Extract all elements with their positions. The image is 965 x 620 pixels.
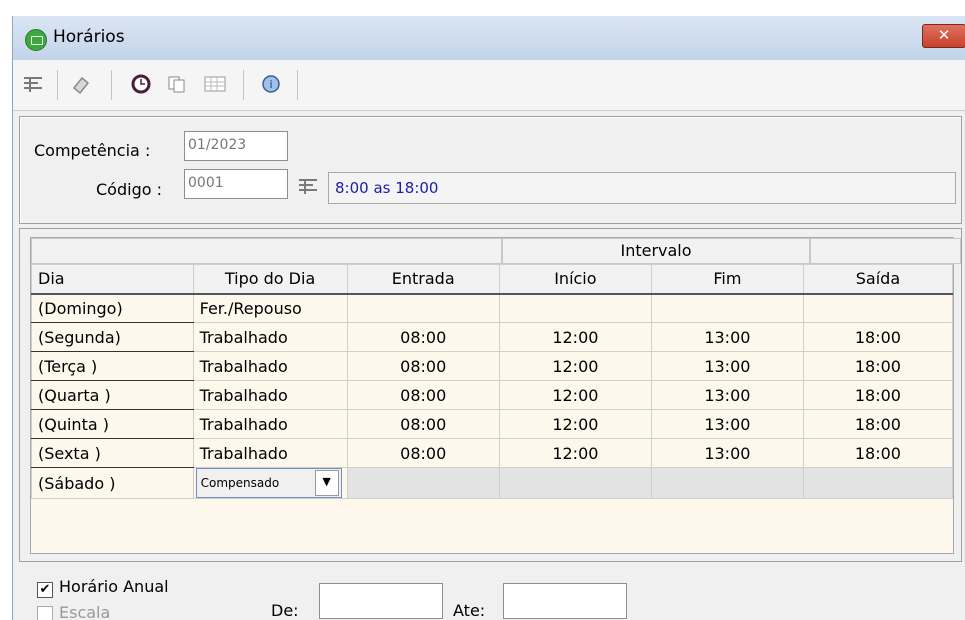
cell-tipo[interactable]: Trabalhado (192, 322, 348, 352)
cell-fim[interactable]: 13:00 (650, 351, 804, 381)
cell-saida[interactable]: 18:00 (802, 380, 954, 410)
header-spacer (31, 238, 502, 264)
horario-anual-checkbox[interactable]: ✔ (37, 582, 53, 598)
cell-inicio[interactable]: 12:00 (498, 322, 652, 352)
cell-saida[interactable]: 18:00 (802, 322, 954, 352)
cell-entrada[interactable] (346, 467, 500, 499)
table-row[interactable]: (Terça ) Trabalhado 08:00 12:00 13:00 18… (31, 351, 954, 381)
cell-entrada[interactable]: 08:00 (346, 438, 500, 468)
ate-label: Ate: (453, 601, 486, 620)
cell-inicio[interactable]: 12:00 (498, 380, 652, 410)
horarios-window: Horários ✕ i Competência : 01/2023 Códig… (12, 16, 965, 620)
cell-inicio[interactable] (498, 293, 652, 323)
cell-fim[interactable]: 13:00 (650, 322, 804, 352)
cell-tipo[interactable]: Fer./Repouso (192, 293, 348, 323)
cell-dia[interactable]: (Terça ) (31, 351, 194, 381)
col-saida[interactable]: Saída (802, 264, 954, 295)
cell-tipo[interactable]: Trabalhado (192, 409, 348, 439)
cell-saida[interactable]: 18:00 (802, 438, 954, 468)
codigo-label: Código : (96, 180, 162, 199)
col-dia[interactable]: Dia (31, 264, 194, 295)
col-entrada[interactable]: Entrada (346, 264, 500, 295)
calendar-table-icon[interactable] (203, 72, 227, 96)
cell-dia[interactable]: (Sexta ) (31, 438, 194, 468)
tipo-dia-select[interactable]: Compensado ▼ (195, 468, 342, 498)
intervalo-group-header: Intervalo (502, 238, 810, 264)
cell-fim[interactable]: 13:00 (650, 380, 804, 410)
cell-saida[interactable]: 18:00 (802, 351, 954, 381)
cell-tipo[interactable]: Trabalhado (192, 438, 348, 468)
app-icon (25, 29, 47, 51)
cell-entrada[interactable]: 08:00 (346, 351, 500, 381)
filter-panel: Competência : 01/2023 Código : 0001 8:00… (19, 116, 962, 224)
table-row[interactable]: (Quinta ) Trabalhado 08:00 12:00 13:00 1… (31, 409, 954, 439)
cell-inicio[interactable] (498, 467, 652, 499)
close-button[interactable]: ✕ (922, 24, 965, 48)
table-row[interactable]: (Sábado ) Compensado ▼ (31, 467, 954, 499)
cell-tipo[interactable]: Trabalhado (192, 351, 348, 381)
chevron-down-icon[interactable]: ▼ (314, 470, 339, 496)
lookup-icon[interactable] (296, 174, 320, 198)
table-row[interactable]: (Segunda) Trabalhado 08:00 12:00 13:00 1… (31, 322, 954, 352)
table-row[interactable]: (Domingo) Fer./Repouso (31, 293, 954, 323)
cell-tipo[interactable]: Compensado ▼ (192, 467, 348, 499)
cell-dia[interactable]: (Quinta ) (31, 409, 194, 439)
schedule-table: Dia Tipo do Dia Entrada Início Fim Saída… (31, 264, 954, 499)
cell-saida[interactable] (802, 467, 954, 499)
competencia-label: Competência : (34, 141, 151, 160)
horario-anual-label: Horário Anual (59, 577, 169, 596)
list-icon[interactable] (21, 72, 45, 96)
codigo-input[interactable]: 0001 (184, 169, 288, 199)
toolbar-separator (243, 70, 244, 100)
header-spacer (810, 238, 961, 264)
toolbar: i (13, 60, 965, 111)
header-row: Dia Tipo do Dia Entrada Início Fim Saída (31, 264, 954, 295)
cell-entrada[interactable]: 08:00 (346, 409, 500, 439)
cell-fim[interactable]: 13:00 (650, 438, 804, 468)
title-bar[interactable]: Horários ✕ (13, 16, 965, 60)
cell-inicio[interactable]: 12:00 (498, 409, 652, 439)
help-icon[interactable]: i (259, 72, 283, 96)
cell-entrada[interactable]: 08:00 (346, 380, 500, 410)
cell-entrada[interactable]: 08:00 (346, 322, 500, 352)
cell-dia[interactable]: (Quarta ) (31, 380, 194, 410)
cell-inicio[interactable]: 12:00 (498, 351, 652, 381)
col-tipo-do-dia[interactable]: Tipo do Dia (192, 264, 348, 295)
cell-dia[interactable]: (Sábado ) (31, 467, 194, 499)
tipo-dia-select-value: Compensado (200, 476, 280, 490)
de-label: De: (271, 601, 299, 620)
toolbar-separator (111, 70, 112, 100)
schedule-panel: Intervalo Dia Tipo do Dia Entrada Início… (19, 228, 962, 562)
cell-fim[interactable] (650, 293, 804, 323)
cell-saida[interactable] (802, 293, 954, 323)
cell-dia[interactable]: (Domingo) (31, 293, 194, 323)
cell-dia[interactable]: (Segunda) (31, 322, 194, 352)
copy-icon[interactable] (165, 72, 189, 96)
cell-tipo[interactable]: Trabalhado (192, 380, 348, 410)
svg-text:i: i (269, 78, 272, 91)
eraser-icon[interactable] (69, 72, 93, 96)
table-row[interactable]: (Quarta ) Trabalhado 08:00 12:00 13:00 1… (31, 380, 954, 410)
cell-fim[interactable]: 13:00 (650, 409, 804, 439)
window-title: Horários (53, 27, 125, 47)
toolbar-separator (57, 70, 58, 100)
cell-saida[interactable]: 18:00 (802, 409, 954, 439)
escala-checkbox[interactable] (37, 606, 53, 620)
cell-entrada[interactable] (346, 293, 500, 323)
horario-description: 8:00 as 18:00 (328, 172, 956, 204)
escala-label: Escala (59, 603, 111, 620)
schedule-grid: Intervalo Dia Tipo do Dia Entrada Início… (30, 237, 961, 554)
cell-fim[interactable] (650, 467, 804, 499)
cell-inicio[interactable]: 12:00 (498, 438, 652, 468)
competencia-input[interactable]: 01/2023 (184, 131, 288, 161)
clock-icon[interactable] (129, 72, 153, 96)
table-row[interactable]: (Sexta ) Trabalhado 08:00 12:00 13:00 18… (31, 438, 954, 468)
de-input[interactable] (319, 583, 443, 619)
toolbar-separator (297, 70, 298, 100)
col-inicio[interactable]: Início (498, 264, 652, 295)
ate-input[interactable] (503, 583, 627, 619)
col-fim[interactable]: Fim (650, 264, 804, 295)
